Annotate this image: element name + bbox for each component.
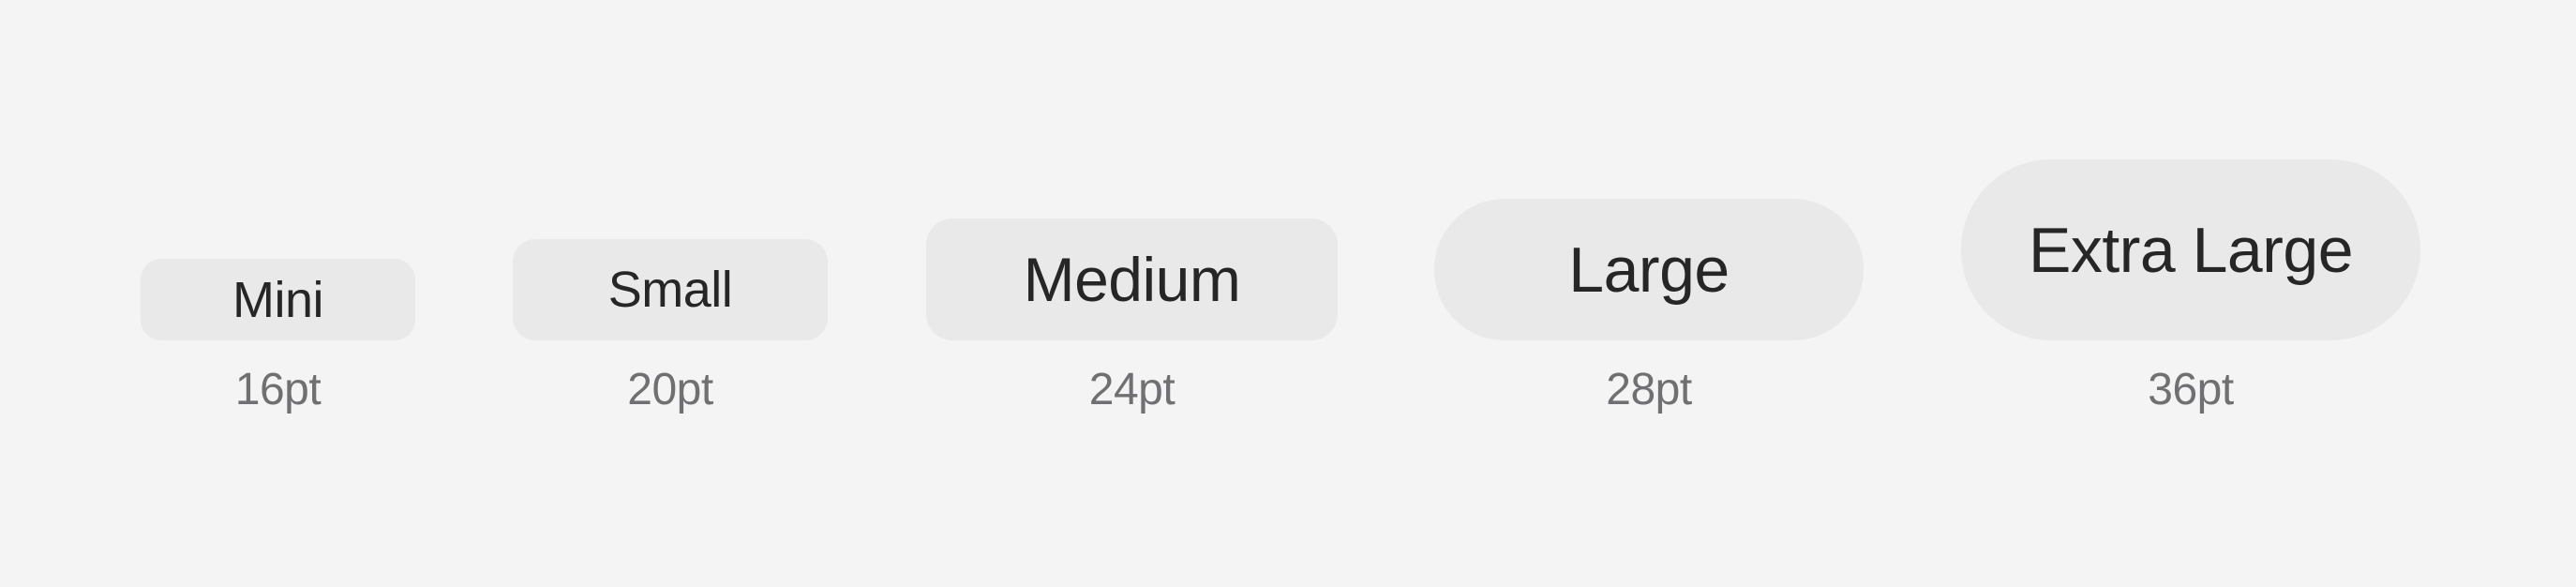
extra-large-button-group: Extra Large bbox=[1961, 159, 2420, 340]
large-button-group: Large bbox=[1434, 199, 1864, 340]
small-size-caption: 20pt bbox=[627, 365, 713, 414]
small-button-label: Small bbox=[607, 262, 733, 318]
button-size-showcase: Mini 16pt Small 20pt Medium 24pt Large 2… bbox=[0, 0, 2576, 587]
medium-button-label: Medium bbox=[1023, 245, 1241, 314]
medium-size-caption: 24pt bbox=[1088, 365, 1176, 414]
mini-button-group: Mini bbox=[141, 259, 415, 340]
large-button-label: Large bbox=[1568, 233, 1730, 306]
mini-button-label: Mini bbox=[232, 271, 324, 328]
small-button-group: Small bbox=[513, 239, 828, 340]
medium-button[interactable]: Medium bbox=[926, 218, 1338, 340]
mini-button[interactable]: Mini bbox=[141, 259, 415, 340]
large-button[interactable]: Large bbox=[1434, 199, 1864, 340]
extra-large-size-caption: 36pt bbox=[2148, 365, 2234, 414]
small-button[interactable]: Small bbox=[513, 239, 828, 340]
mini-size-caption: 16pt bbox=[234, 365, 322, 414]
medium-button-group: Medium bbox=[926, 218, 1338, 340]
large-size-caption: 28pt bbox=[1606, 365, 1692, 414]
extra-large-button[interactable]: Extra Large bbox=[1961, 159, 2420, 340]
extra-large-button-label: Extra Large bbox=[2028, 214, 2354, 286]
